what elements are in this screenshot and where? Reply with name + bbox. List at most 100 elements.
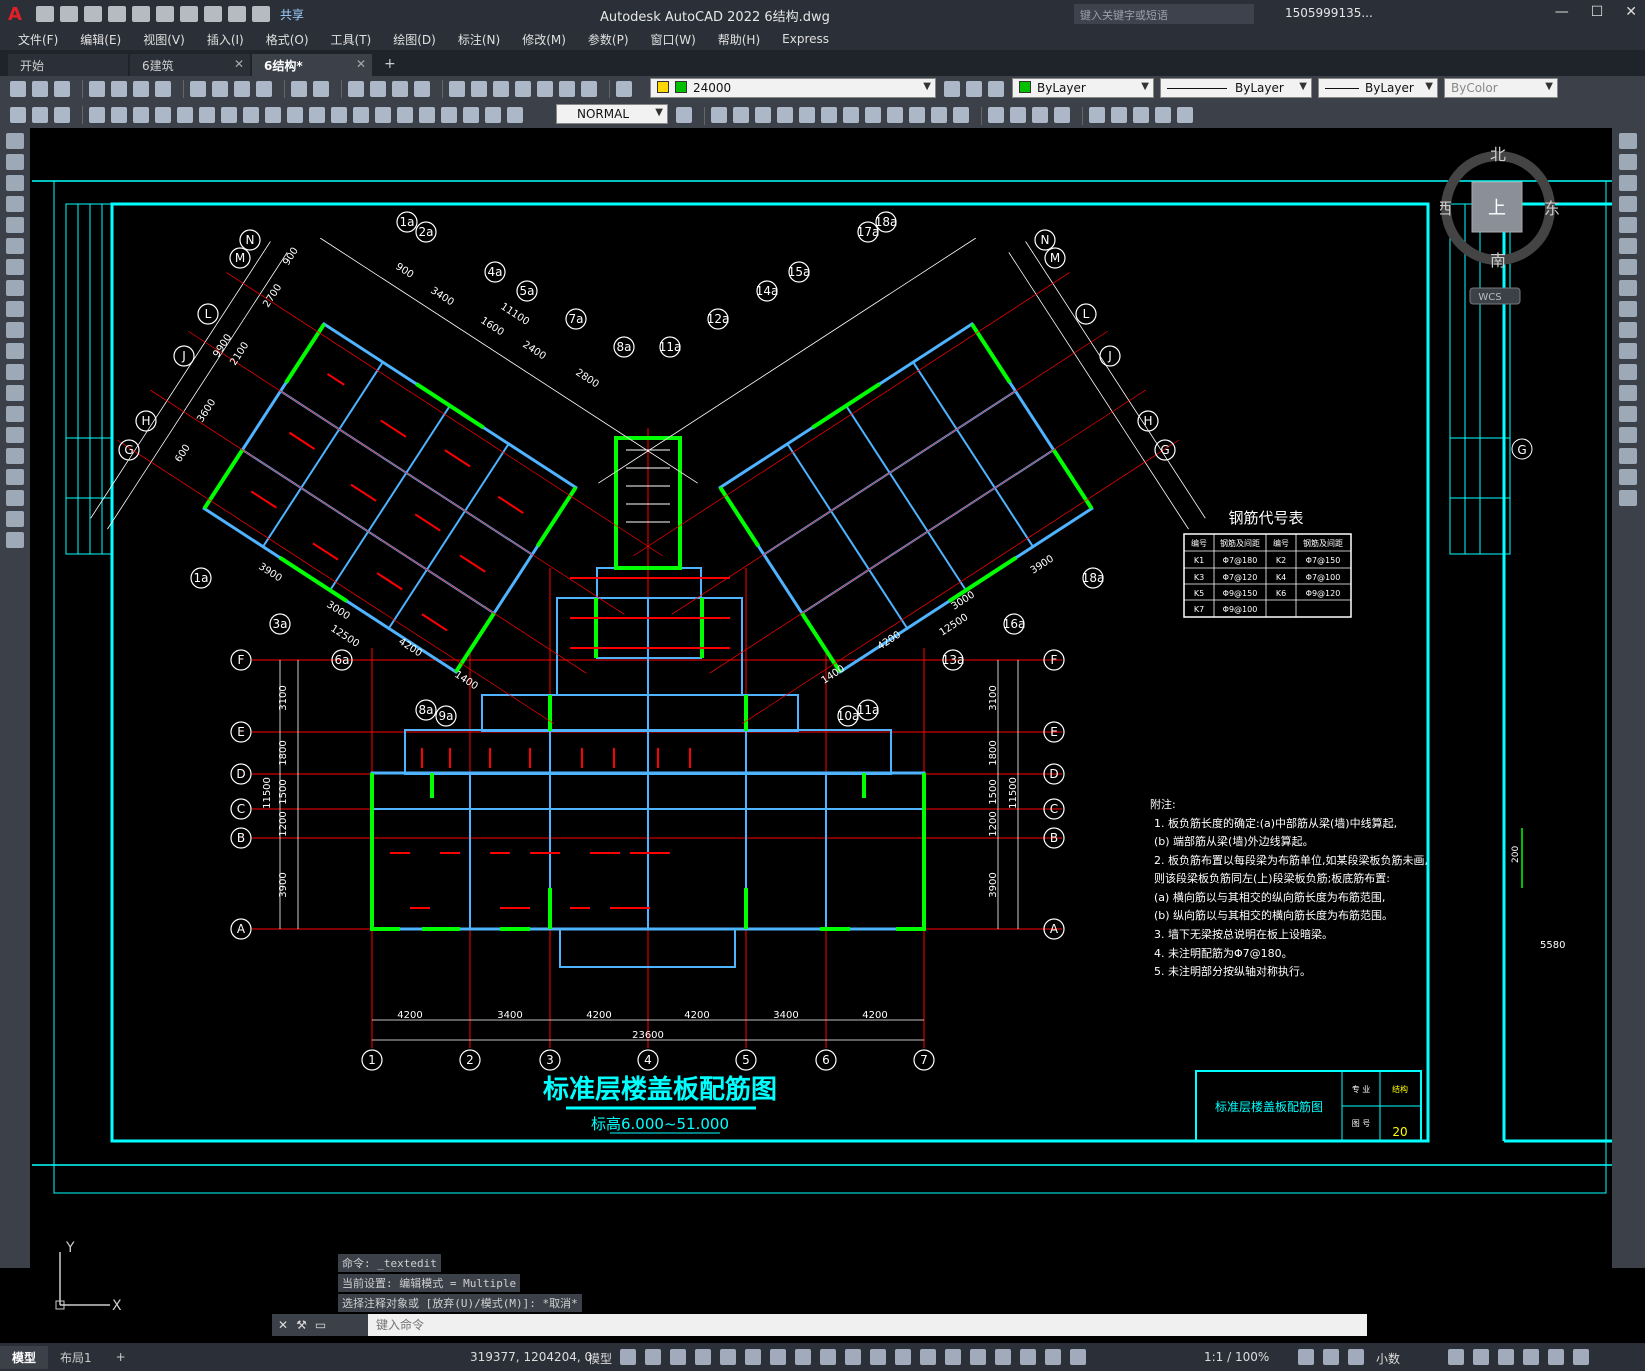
quick-properties-icon[interactable] <box>1448 1349 1464 1365</box>
minimize-button[interactable]: — <box>1555 4 1569 20</box>
print-icon[interactable] <box>180 6 198 22</box>
menu-insert[interactable]: 插入(I) <box>207 31 244 48</box>
zoom-previous-icon[interactable] <box>414 81 430 97</box>
close-icon[interactable]: ✕ <box>278 1318 288 1332</box>
scale-icon[interactable] <box>1619 280 1637 296</box>
tab-6jianzhu[interactable]: 6建筑 ✕ <box>130 54 250 76</box>
match-properties-icon[interactable] <box>256 81 272 97</box>
line-icon[interactable] <box>6 133 24 149</box>
maximize-button[interactable]: ☐ <box>1591 4 1604 20</box>
dim-break-icon[interactable] <box>353 107 369 123</box>
ortho-icon[interactable] <box>720 1349 736 1365</box>
chamfer-icon[interactable] <box>1010 107 1026 123</box>
design-center-icon[interactable] <box>471 81 487 97</box>
make-current-layer-icon[interactable] <box>944 81 960 97</box>
draworder-icon[interactable] <box>10 107 26 123</box>
drawing-canvas[interactable]: F F E E D D C C B B A A 1 2 3 4 5 6 7 N M L J H G N M L J H G 1a 2a 4a 5a 7… <box>30 128 1612 1268</box>
fillet-icon[interactable] <box>1619 448 1637 464</box>
linear-dim-icon[interactable] <box>89 107 105 123</box>
plot-icon[interactable] <box>89 81 105 97</box>
rotate-icon[interactable] <box>843 107 859 123</box>
save-icon[interactable] <box>54 81 70 97</box>
menu-file[interactable]: 文件(F) <box>18 31 58 48</box>
mirror-icon[interactable] <box>1619 175 1637 191</box>
menu-dimension[interactable]: 标注(N) <box>458 31 500 48</box>
table-icon[interactable] <box>6 490 24 506</box>
menu-format[interactable]: 格式(O) <box>266 31 309 48</box>
array-icon[interactable] <box>799 107 815 123</box>
stretch-icon[interactable] <box>887 107 903 123</box>
layer-dropdown[interactable]: 24000 ▼ <box>650 78 936 98</box>
tab-start[interactable]: 开始 <box>8 54 128 76</box>
stretch-icon[interactable] <box>1619 301 1637 317</box>
grid-icon[interactable] <box>620 1349 636 1365</box>
gizmo-icon[interactable] <box>995 1349 1011 1365</box>
web-mobile-save-icon[interactable] <box>156 6 174 22</box>
menu-view[interactable]: 视图(V) <box>143 31 185 48</box>
ordinate-dim-icon[interactable] <box>155 107 171 123</box>
wrench-icon[interactable]: ⚒ <box>296 1318 307 1332</box>
continue-dim-icon[interactable] <box>309 107 325 123</box>
properties-icon[interactable] <box>449 81 465 97</box>
color-dropdown[interactable]: ByLayer ▼ <box>1012 78 1154 98</box>
auto-scale-icon[interactable] <box>1045 1349 1061 1365</box>
undo-icon[interactable] <box>291 81 307 97</box>
zoom-realtime-icon[interactable] <box>370 81 386 97</box>
menu-help[interactable]: 帮助(H) <box>718 31 760 48</box>
viewcube[interactable]: 上 北 南 西 东 WCS <box>1440 140 1560 320</box>
jogged-dim-icon[interactable] <box>199 107 215 123</box>
redo-icon[interactable] <box>313 81 329 97</box>
new-tab-button[interactable]: + <box>374 56 406 76</box>
open-icon[interactable] <box>32 81 48 97</box>
join-icon[interactable] <box>988 107 1004 123</box>
dynamic-ucs-icon[interactable] <box>945 1349 961 1365</box>
sheet-set-icon[interactable] <box>515 81 531 97</box>
coordinates-readout[interactable]: 319377, 1204204, 0 <box>470 1350 592 1364</box>
insert-block-icon[interactable] <box>6 364 24 380</box>
dimstyle-dropdown[interactable]: NORMAL ▼ <box>556 104 668 124</box>
extend-icon[interactable] <box>931 107 947 123</box>
make-block-icon[interactable] <box>6 385 24 401</box>
fillet-icon[interactable] <box>1032 107 1048 123</box>
save-icon[interactable] <box>84 6 102 22</box>
layer-state-icon[interactable] <box>988 81 1004 97</box>
user-account[interactable]: 1505999135... <box>1285 6 1373 20</box>
extend-icon[interactable] <box>1619 343 1637 359</box>
trim-icon[interactable] <box>909 107 925 123</box>
tab-model[interactable]: 模型 <box>0 1345 49 1369</box>
arc-length-icon[interactable] <box>133 107 149 123</box>
tool-palettes-icon[interactable] <box>493 81 509 97</box>
object-snap-icon[interactable] <box>820 1349 836 1365</box>
zoom-window-icon[interactable] <box>392 81 408 97</box>
dim-update-icon[interactable] <box>507 107 523 123</box>
erase-icon[interactable] <box>1619 133 1637 149</box>
scale-icon[interactable] <box>865 107 881 123</box>
angular-dim-icon[interactable] <box>243 107 259 123</box>
annotation-scale-icon[interactable] <box>1070 1349 1086 1365</box>
3d-osnap-icon[interactable] <box>920 1349 936 1365</box>
undo-icon[interactable] <box>204 6 222 22</box>
baseline-dim-icon[interactable] <box>287 107 303 123</box>
model-space-toggle[interactable]: 模型 <box>588 1350 612 1367</box>
radius-dim-icon[interactable] <box>177 107 193 123</box>
diameter-dim-icon[interactable] <box>221 107 237 123</box>
mirror-icon[interactable] <box>755 107 771 123</box>
move-icon[interactable] <box>821 107 837 123</box>
break-icon[interactable] <box>1619 385 1637 401</box>
lineweight-dropdown[interactable]: ByLayer ▼ <box>1318 78 1438 98</box>
layer-properties-icon[interactable] <box>616 81 632 97</box>
point-icon[interactable] <box>1133 107 1149 123</box>
command-input[interactable] <box>368 1318 1268 1332</box>
layer-previous-icon[interactable] <box>966 81 982 97</box>
join-icon[interactable] <box>1619 406 1637 422</box>
plotstyle-dropdown[interactable]: ByColor ▼ <box>1444 78 1558 98</box>
infer-constraints-icon[interactable] <box>670 1349 686 1365</box>
menu-tools[interactable]: 工具(T) <box>331 31 372 48</box>
quick-dim-icon[interactable] <box>265 107 281 123</box>
redo-icon[interactable] <box>228 6 246 22</box>
hatch-icon[interactable] <box>6 427 24 443</box>
viewcube-north[interactable]: 北 <box>1490 145 1506 164</box>
paste-icon[interactable] <box>234 81 250 97</box>
arc-icon[interactable] <box>6 238 24 254</box>
move-icon[interactable] <box>1619 238 1637 254</box>
